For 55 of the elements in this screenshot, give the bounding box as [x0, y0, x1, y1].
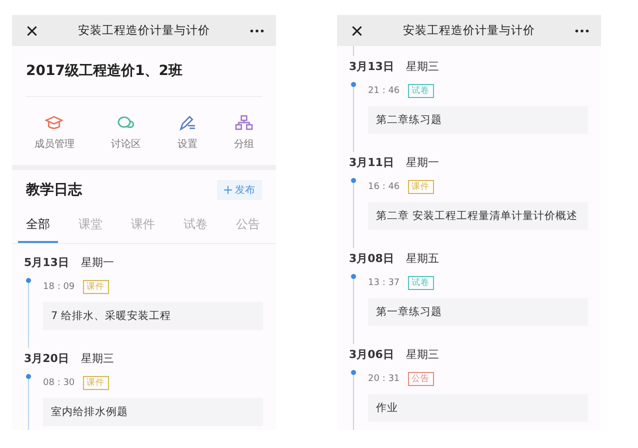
entry-weekday: 星期一: [406, 154, 439, 170]
timeline-dot: [351, 274, 356, 279]
entry-weekday: 星期三: [80, 350, 114, 366]
type-tag: 公告: [408, 372, 434, 386]
action-button[interactable]: 分组: [228, 111, 260, 155]
entry-date: 3月11日: [349, 154, 394, 170]
entry-time: 21 : 46: [368, 86, 400, 96]
header-title: 安装工程造价计量与计价: [77, 23, 211, 38]
type-tag: 课件: [408, 180, 434, 194]
entry-date: 3月08日: [349, 250, 394, 266]
chat-bubbles-icon: [116, 115, 135, 131]
more-icon[interactable]: [575, 28, 589, 32]
timeline-dot: [351, 370, 356, 375]
close-icon[interactable]: [351, 24, 363, 36]
entry-card[interactable]: 第二章 安装工程工程量清单计量计价概述: [368, 202, 588, 230]
type-tag: 课件: [82, 280, 109, 294]
plus-icon: [224, 186, 232, 194]
entry-time: 18 : 09: [43, 282, 75, 292]
entry-card[interactable]: 7 给排水、采暖安装工程: [43, 302, 263, 330]
pen-icon: [178, 115, 196, 131]
entry-weekday: 星期五: [406, 250, 439, 266]
close-icon[interactable]: [26, 24, 38, 36]
graduation-cap-icon: [45, 115, 64, 131]
action-button[interactable]: 成员管理: [28, 111, 80, 155]
more-icon[interactable]: [250, 28, 264, 32]
entry-time: 13 : 37: [368, 278, 400, 288]
entry-date: 5月13日: [24, 254, 69, 270]
type-tag: 课件: [82, 376, 109, 390]
entry-card[interactable]: 室内给排水例题: [43, 398, 263, 426]
entry-card[interactable]: 作业: [368, 394, 588, 422]
entry-date: 3月13日: [349, 58, 394, 74]
section-title: 教学日志: [26, 181, 82, 199]
timeline-dot: [351, 82, 356, 87]
type-tag: 试卷: [408, 276, 434, 290]
filter-tab[interactable]: 全部: [18, 210, 58, 243]
org-chart-icon: [234, 115, 253, 131]
class-name: 2017级工程造价1、2班: [26, 62, 182, 80]
entry-weekday: 星期一: [80, 254, 114, 270]
entry-time: 20 : 31: [368, 374, 400, 384]
publish-button[interactable]: 发布: [217, 180, 262, 200]
timeline-dot: [26, 374, 31, 379]
entry-card[interactable]: 第二章练习题: [368, 106, 588, 134]
timeline-dot: [351, 178, 356, 183]
header-title: 安装工程造价计量与计价: [402, 23, 536, 38]
action-button[interactable]: 设置: [171, 111, 204, 155]
timeline-dot: [26, 278, 31, 283]
type-tag: 试卷: [408, 84, 434, 98]
entry-date: 3月20日: [24, 350, 69, 366]
entry-card[interactable]: 第一章练习题: [368, 298, 588, 326]
entry-time: 16 : 46: [368, 182, 400, 192]
entry-date: 3月06日: [349, 346, 394, 362]
entry-weekday: 星期三: [406, 58, 439, 74]
entry-weekday: 星期三: [406, 346, 439, 362]
entry-time: 08 : 30: [43, 378, 75, 388]
action-button[interactable]: 讨论区: [104, 111, 147, 155]
